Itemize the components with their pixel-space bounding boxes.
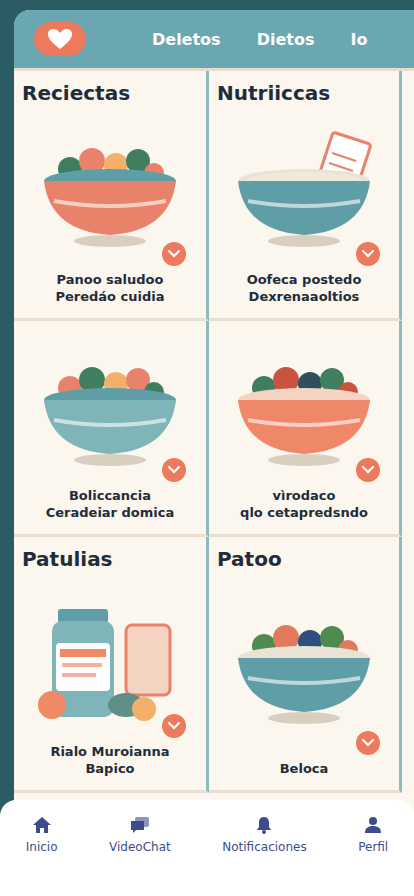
tab[interactable]: Dietos [257, 30, 315, 49]
nav-label: Inicio [26, 840, 58, 854]
food-illustration [224, 575, 384, 761]
expand-badge[interactable] [162, 242, 186, 266]
recipe-card[interactable]: Patoo Beloca [209, 537, 402, 793]
chevron-down-icon [168, 466, 180, 474]
caption-line: Ceradeiar domica [46, 505, 175, 522]
expand-badge[interactable] [356, 458, 380, 482]
nav-item[interactable]: Notificaciones [222, 816, 306, 854]
recipe-card[interactable]: Reciectas Panoo saludooPeredáo cuidia [14, 71, 209, 321]
nav-label: Perfil [358, 840, 388, 854]
bell-icon [255, 816, 273, 834]
tab-bar: Deletos Dietos Io [152, 30, 367, 49]
card-title: Nutriiccas [217, 81, 330, 105]
expand-badge[interactable] [356, 242, 380, 266]
card-caption: Oofeca postedoDexrenaaoltios [247, 272, 362, 310]
nav-label: VideoChat [109, 840, 171, 854]
caption-line: Boliccancia [46, 488, 175, 505]
chevron-down-icon [168, 722, 180, 730]
recipe-card[interactable]: Patulias Rialo MuroiannaBapico [14, 537, 209, 793]
home-icon [32, 816, 52, 834]
caption-line: qlo cetapredsndo [240, 505, 368, 522]
card-title: Patoo [217, 547, 282, 571]
bowl-icon [224, 131, 384, 251]
chevron-down-icon [168, 250, 180, 258]
nav-item[interactable]: VideoChat [109, 816, 171, 854]
card-title: Patulias [22, 547, 113, 571]
chevron-down-icon [362, 466, 374, 474]
nav-item[interactable]: Inicio [26, 816, 58, 854]
expand-badge[interactable] [162, 458, 186, 482]
caption-line: Beloca [280, 761, 329, 778]
app-screen: DeletosDietosIoReciectasPanoo saludooPer… [0, 0, 414, 896]
caption-line: Panoo saludoo [55, 272, 164, 289]
caption-line: Dexrenaaoltios [247, 289, 362, 306]
expand-badge[interactable] [356, 731, 380, 755]
chevron-down-icon [362, 739, 374, 747]
caption-line: Peredáo cuidia [55, 289, 164, 306]
bowl-icon [224, 350, 384, 470]
bowl-icon [30, 350, 190, 470]
recipe-card[interactable]: vìrodacoqlo cetapredsndo [209, 321, 402, 537]
expand-badge[interactable] [162, 714, 186, 738]
bowl-icon [224, 608, 384, 728]
chevron-down-icon [362, 250, 374, 258]
caption-line: vìrodaco [240, 488, 368, 505]
card-caption: Panoo saludooPeredáo cuidia [55, 272, 164, 310]
card-grid: Reciectas Panoo saludooPeredáo cuidia Nutr… [14, 71, 414, 793]
bowl-icon [30, 131, 190, 251]
nav-label: Notificaciones [222, 840, 306, 854]
food-illustration [30, 109, 190, 272]
tab[interactable]: Io [350, 30, 367, 49]
jar-icon [30, 595, 190, 725]
caption-line: Bapico [50, 761, 169, 778]
card-caption: Rialo MuroiannaBapico [50, 744, 169, 782]
heart-icon [47, 28, 73, 50]
caption-line: Oofeca postedo [247, 272, 362, 289]
nav-item[interactable]: Perfil [358, 816, 388, 854]
recipe-card[interactable]: Nutriiccas Oofeca postedoDexrenaaoltios [209, 71, 402, 321]
user-icon [364, 816, 382, 834]
card-caption: vìrodacoqlo cetapredsndo [240, 488, 368, 526]
tab[interactable]: Deletos [152, 30, 221, 49]
recipe-card[interactable]: BoliccanciaCeradeiar domica [14, 321, 209, 537]
bottom-nav: Inicio VideoChat Notificaciones Perfil [0, 800, 414, 896]
header-bar: Deletos Dietos Io [14, 10, 414, 71]
card-title: Reciectas [22, 81, 130, 105]
food-illustration [30, 331, 190, 488]
food-illustration [30, 575, 190, 744]
logo-button[interactable] [34, 22, 86, 56]
caption-line: Rialo Muroianna [50, 744, 169, 761]
main-card: DeletosDietosIoReciectasPanoo saludooPer… [14, 10, 414, 896]
card-caption: Beloca [280, 761, 329, 782]
food-illustration [224, 331, 384, 488]
card-caption: BoliccanciaCeradeiar domica [46, 488, 175, 526]
food-illustration [224, 109, 384, 272]
chat-icon [130, 816, 150, 834]
